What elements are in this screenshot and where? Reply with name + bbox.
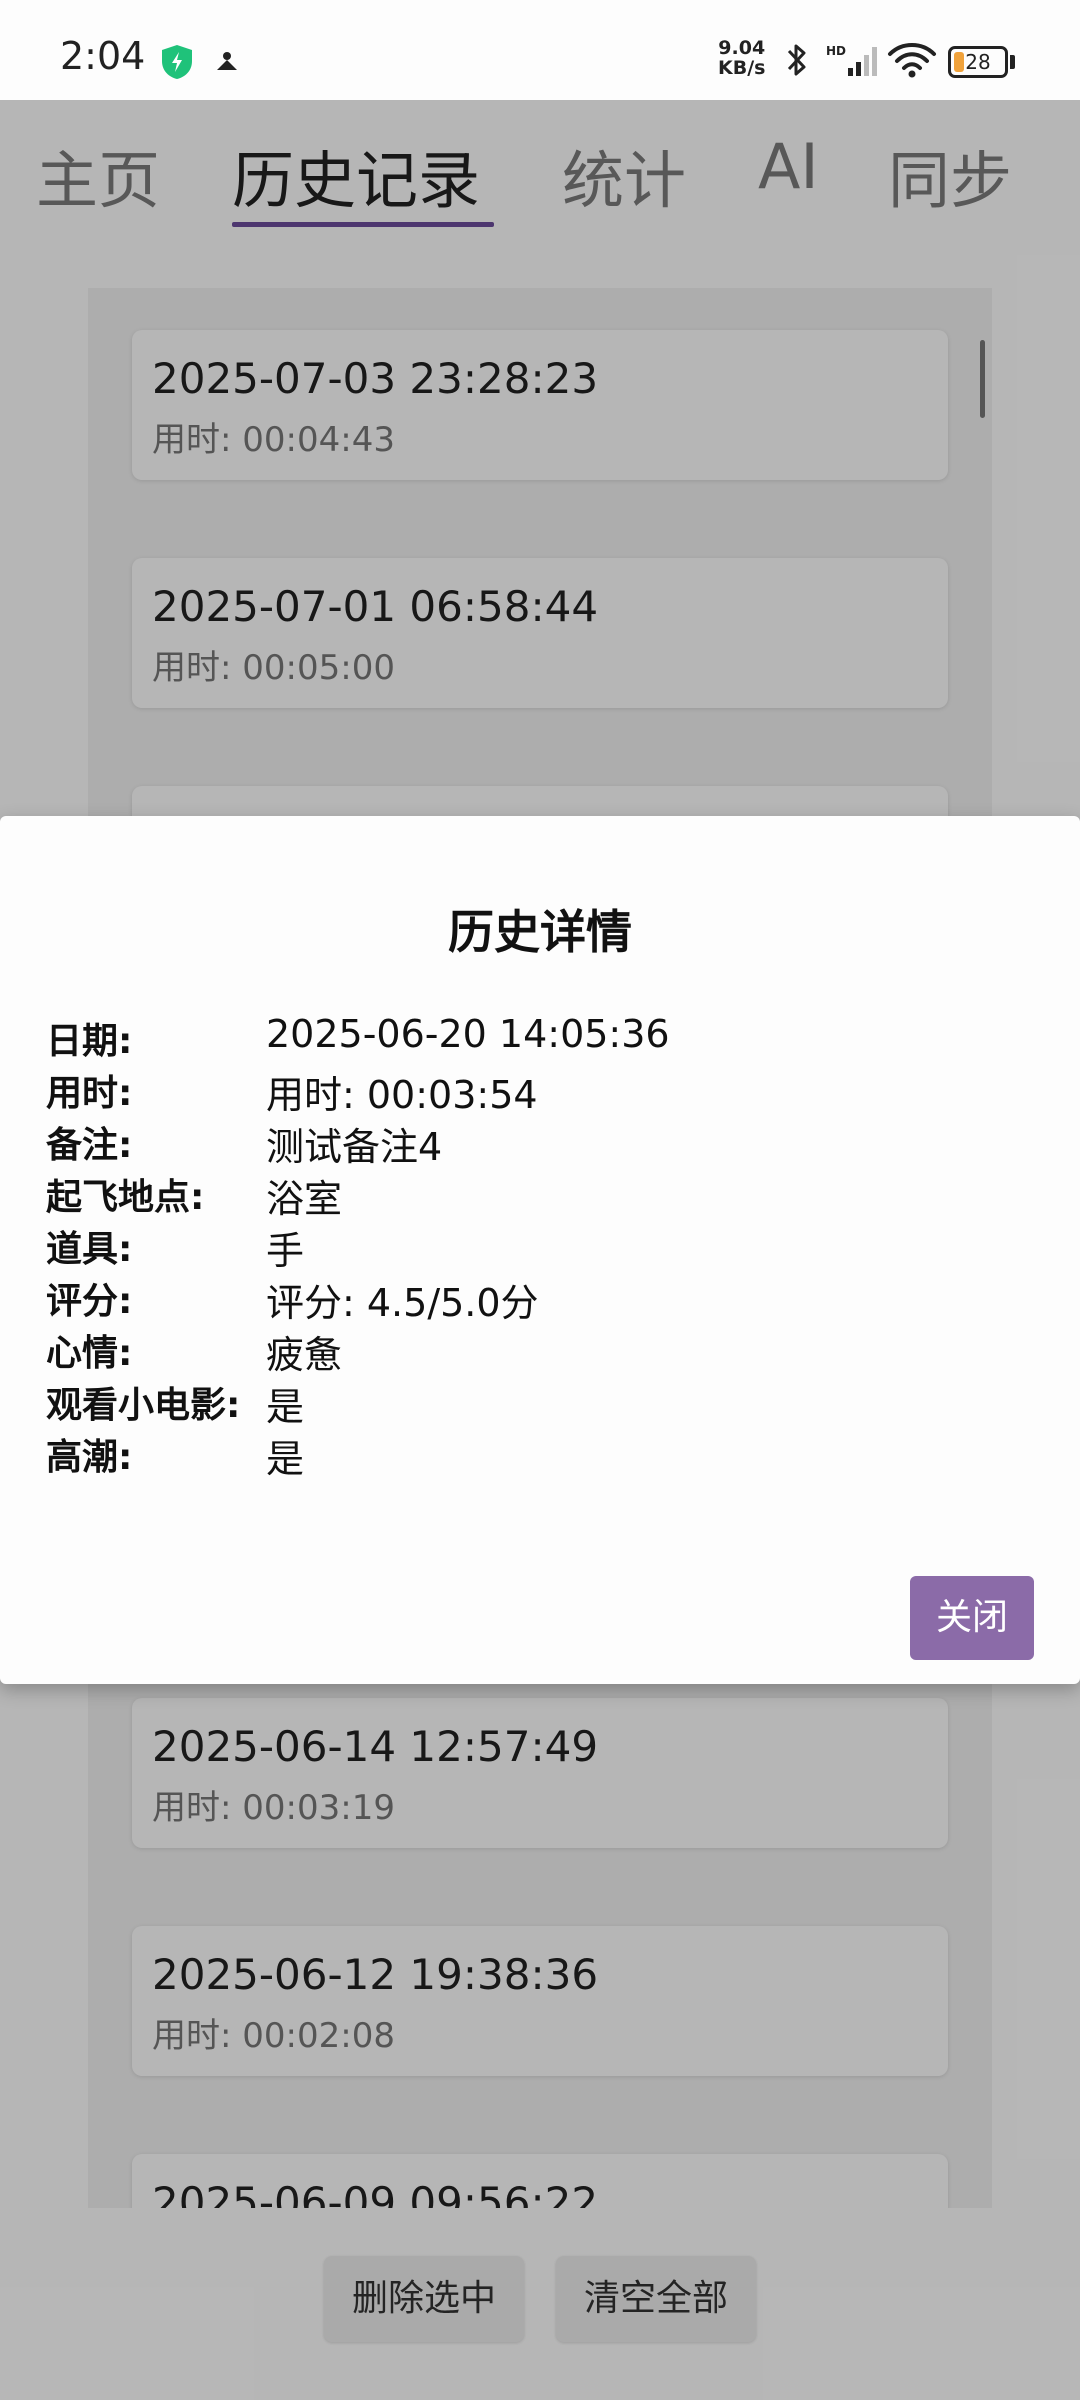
detail-label: 评分: (46, 1281, 133, 1322)
history-detail-dialog: 历史详情 日期: 2025-06-20 14:05:36 用时: 用时: 00:… (0, 816, 1080, 1684)
detail-row-date: 日期: 2025-06-20 14:05:36 (46, 1012, 1046, 1064)
detail-value: 是 (266, 1437, 305, 1481)
detail-value: 评分: 4.5/5.0分 (266, 1281, 539, 1325)
network-speed: 9.04 KB/s (718, 38, 765, 78)
signal-hd-label: HD (826, 44, 846, 58)
detail-label: 道具: (46, 1229, 133, 1270)
hat-icon (217, 52, 237, 70)
detail-row-rating: 评分: 评分: 4.5/5.0分 (46, 1272, 1046, 1325)
close-button[interactable]: 关闭 (910, 1576, 1034, 1660)
detail-label: 起飞地点: (46, 1177, 205, 1218)
detail-label: 观看小电影: (46, 1385, 241, 1426)
detail-value: 用时: 00:03:54 (266, 1073, 538, 1117)
detail-value: 疲惫 (266, 1333, 343, 1377)
wifi-icon (888, 43, 936, 78)
bluetooth-icon (787, 44, 806, 76)
network-speed-value: 9.04 (718, 37, 766, 59)
detail-row-climax: 高潮: 是 (46, 1428, 1046, 1481)
battery-level: 28 (965, 50, 991, 74)
signal-icon: HD (826, 44, 877, 76)
detail-label: 日期: (46, 1021, 133, 1062)
detail-label: 心情: (46, 1333, 133, 1374)
detail-row-note: 备注: 测试备注4 (46, 1116, 1046, 1169)
battery-icon: 28 (948, 46, 1008, 78)
detail-row-watched: 观看小电影: 是 (46, 1376, 1046, 1429)
dialog-title: 历史详情 (448, 905, 632, 959)
detail-value: 测试备注4 (266, 1125, 443, 1169)
shield-icon (162, 45, 192, 79)
detail-label: 备注: (46, 1125, 133, 1166)
detail-row-prop: 道具: 手 (46, 1220, 1046, 1273)
detail-row-mood: 心情: 疲惫 (46, 1324, 1046, 1377)
detail-value: 是 (266, 1385, 305, 1429)
status-bar-top: 2:04 9.04 KB/s HD 28 (0, 0, 1080, 100)
battery-tip (1010, 55, 1015, 69)
detail-row-duration: 用时: 用时: 00:03:54 (46, 1064, 1046, 1117)
detail-label: 用时: (46, 1073, 133, 1114)
detail-label: 高潮: (46, 1437, 133, 1478)
status-time: 2:04 (60, 34, 146, 78)
detail-value: 手 (266, 1229, 305, 1273)
detail-value: 2025-06-20 14:05:36 (266, 1012, 670, 1056)
detail-value: 浴室 (266, 1177, 343, 1221)
network-speed-unit: KB/s (718, 57, 766, 79)
detail-row-location: 起飞地点: 浴室 (46, 1168, 1046, 1221)
